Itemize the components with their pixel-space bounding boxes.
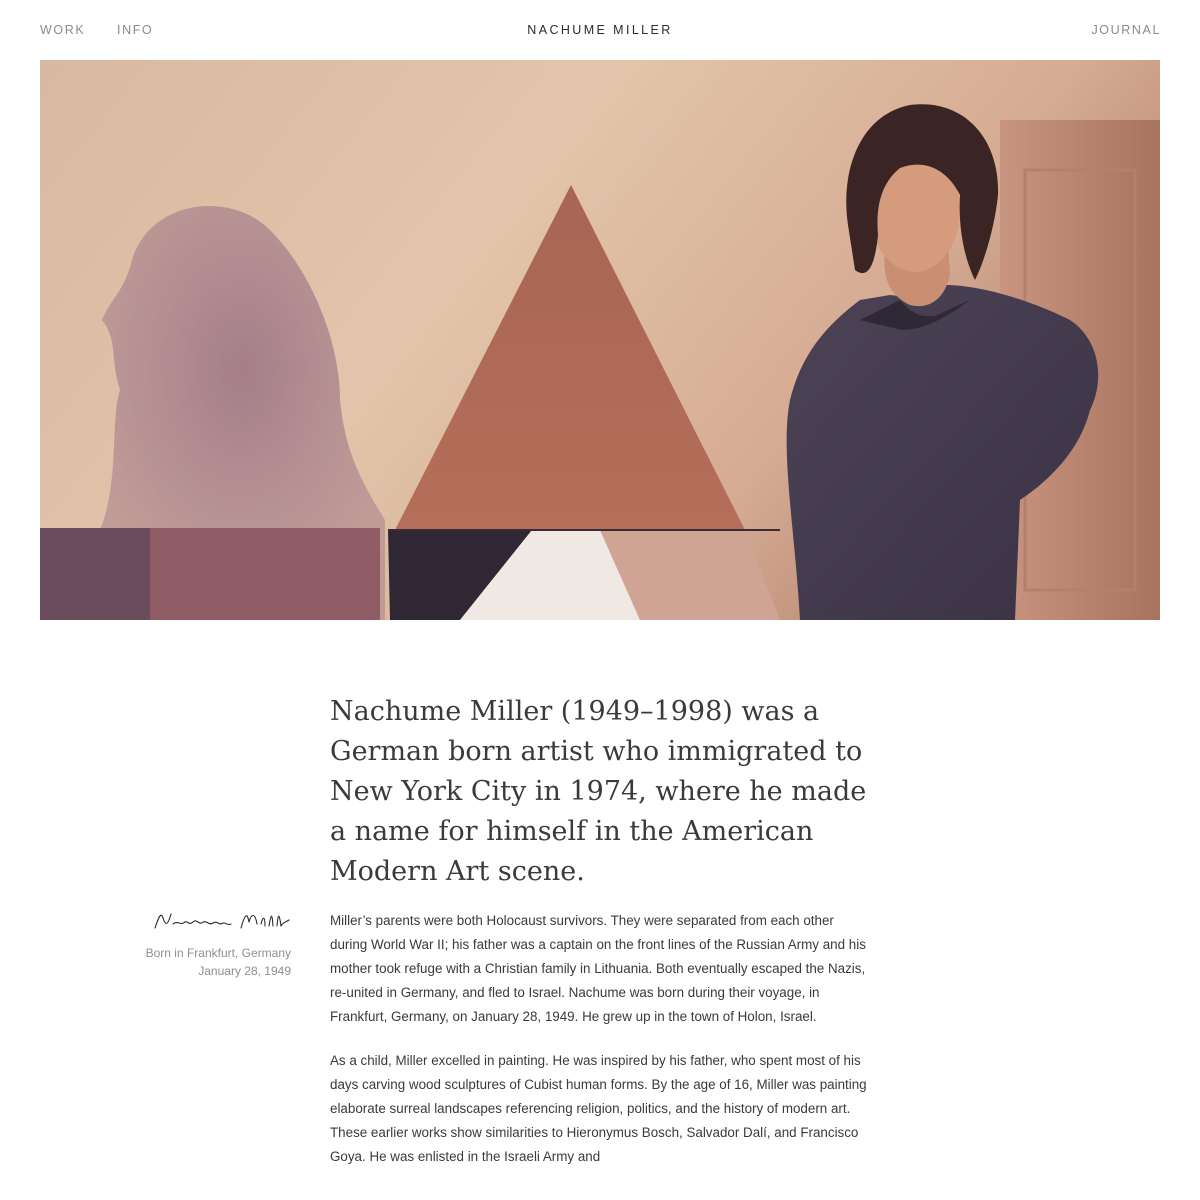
photo-artist-with-triangle-painting-icon [40,60,1160,620]
biography-body: Miller’s parents were both Holocaust sur… [330,909,870,1189]
born-place: Born in Frankfurt, Germany [145,946,291,960]
signature-icon [154,913,290,929]
born-info: Born in Frankfurt, Germany January 28, 1… [100,944,291,980]
biography-paragraph: Miller’s parents were both Holocaust sur… [330,913,866,1024]
hero-photo [40,60,1160,620]
biography-paragraph: As a child, Miller excelled in painting.… [330,1053,867,1164]
intro-lead: Nachume Miller (1949–1998) was a German … [330,696,867,887]
nav-journal-link[interactable]: JOURNAL [1091,23,1161,37]
born-date: January 28, 1949 [198,964,291,978]
top-navigation: WORK INFO NACHUME MILLER JOURNAL [0,0,1200,60]
site-title[interactable]: NACHUME MILLER [0,23,1200,37]
artist-sidebar: Born in Frankfurt, Germany January 28, 1… [100,908,291,980]
